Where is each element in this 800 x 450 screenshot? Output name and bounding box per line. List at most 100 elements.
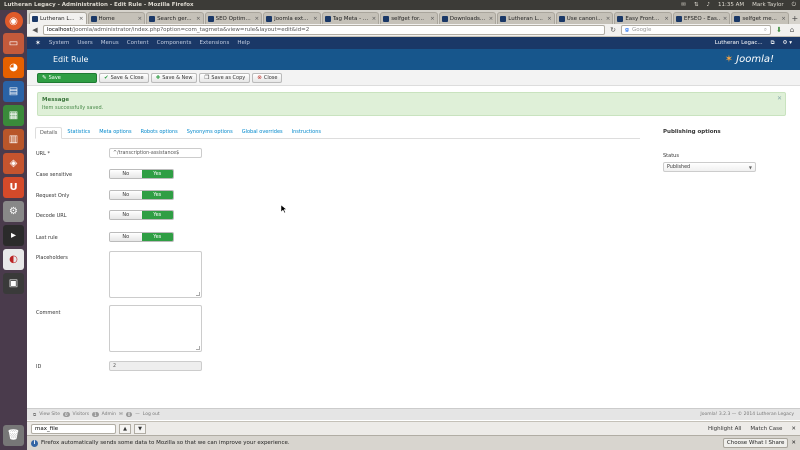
tab-close-icon[interactable]: ×: [430, 16, 435, 22]
tab-close-icon[interactable]: ×: [547, 16, 552, 22]
browser-tab[interactable]: Downloads... ×: [438, 12, 497, 24]
choose-share-button[interactable]: Choose What I Share: [722, 438, 789, 448]
case-sensitive-toggle[interactable]: No Yes: [109, 169, 174, 179]
browser-tab[interactable]: Joomla ext... ×: [263, 12, 321, 24]
settings-icon[interactable]: ⚙: [3, 201, 24, 222]
logout-link[interactable]: Log out: [143, 412, 160, 417]
browser-tab[interactable]: selfget for... ×: [380, 12, 438, 24]
tab-close-icon[interactable]: ×: [196, 16, 201, 22]
power-icon[interactable]: ⏻: [792, 2, 796, 9]
mail-icon[interactable]: ✉: [681, 2, 686, 8]
app-icon[interactable]: ◐: [3, 249, 24, 270]
request-only-toggle[interactable]: No Yes: [109, 190, 174, 200]
files-icon[interactable]: ▭: [3, 33, 24, 54]
workspace-icon[interactable]: ▣: [3, 273, 24, 294]
highlight-all-toggle[interactable]: Highlight All: [708, 426, 741, 432]
save-copy-button[interactable]: ❐ Save as Copy: [199, 72, 251, 83]
browser-tab[interactable]: Lutheran L... ×: [497, 12, 555, 24]
volume-icon[interactable]: ♪: [706, 2, 710, 8]
nav-item-system[interactable]: System: [49, 40, 70, 46]
user-menu-gear-icon[interactable]: ⚙ ▾: [783, 40, 792, 46]
software-center-icon[interactable]: ◈: [3, 153, 24, 174]
browser-tab[interactable]: Use canoni... ×: [555, 12, 614, 24]
nav-item-components[interactable]: Components: [157, 40, 192, 46]
home-icon[interactable]: ⌂: [787, 25, 797, 35]
find-input[interactable]: max_file: [31, 423, 116, 434]
close-button[interactable]: ⊗ Close: [252, 72, 283, 83]
tab-close-icon[interactable]: ×: [255, 16, 260, 22]
tab-synonyms-options[interactable]: Synonyms options: [183, 126, 237, 138]
tab-close-icon[interactable]: ×: [606, 16, 611, 22]
new-tab-button[interactable]: +: [790, 12, 800, 24]
tab-close-icon[interactable]: ×: [664, 16, 669, 22]
reload-icon[interactable]: ↻: [608, 25, 618, 35]
tab-close-icon[interactable]: ×: [781, 16, 786, 22]
nav-item-content[interactable]: Content: [127, 40, 149, 46]
firefox-icon[interactable]: ◕: [3, 57, 24, 78]
save-new-button[interactable]: ✚ Save & New: [150, 72, 198, 83]
dismiss-icon[interactable]: ✕: [777, 95, 782, 102]
browser-tab[interactable]: Search ger... ×: [146, 12, 204, 24]
no-option[interactable]: No: [110, 191, 142, 199]
joomla-icon[interactable]: ✶: [35, 39, 41, 47]
url-input[interactable]: ^/transcription-assistance$: [109, 148, 202, 158]
browser-tab[interactable]: Tag Meta - ... ×: [321, 12, 380, 24]
tab-instructions[interactable]: Instructions: [288, 126, 325, 138]
download-icon[interactable]: ⬇: [774, 25, 784, 35]
nav-item-menus[interactable]: Menus: [101, 40, 119, 46]
tab-close-icon[interactable]: ×: [489, 16, 494, 22]
tab-robots-options[interactable]: Robots options: [137, 126, 182, 138]
browser-tab[interactable]: Easy Front... ×: [614, 12, 672, 24]
nav-item-help[interactable]: Help: [237, 40, 250, 46]
yes-option[interactable]: Yes: [141, 191, 173, 199]
find-previous-button[interactable]: ▲: [119, 423, 131, 434]
user-name[interactable]: Mark Taylor: [752, 2, 784, 8]
tab-statistics[interactable]: Statistics: [63, 126, 94, 138]
comment-textarea[interactable]: [109, 305, 202, 352]
tab-close-icon[interactable]: ×: [137, 16, 142, 22]
tab-close-icon[interactable]: ×: [372, 16, 377, 22]
nav-item-extensions[interactable]: Extensions: [199, 40, 229, 46]
browser-tab[interactable]: selfget me... ×: [731, 12, 789, 24]
impress-icon[interactable]: ▥: [3, 129, 24, 150]
yes-option[interactable]: Yes: [141, 170, 173, 178]
tab-global-overrides[interactable]: Global overrides: [238, 126, 287, 138]
no-option[interactable]: No: [110, 233, 142, 241]
terminal-icon[interactable]: ▸: [3, 225, 24, 246]
browser-tab[interactable]: SEO Optim... ×: [204, 12, 263, 24]
find-close-icon[interactable]: ✕: [791, 426, 796, 432]
view-site-link[interactable]: View Site: [39, 412, 60, 417]
status-select[interactable]: Published ▼: [663, 162, 756, 172]
browser-tab[interactable]: EFSEO - Eas... ×: [672, 12, 731, 24]
no-option[interactable]: No: [110, 170, 142, 178]
search-icon[interactable]: ⌕: [764, 27, 767, 34]
browser-tab[interactable]: Home ×: [87, 12, 146, 24]
calc-icon[interactable]: ▦: [3, 105, 24, 126]
url-bar[interactable]: localhost/joomla/administrator/index.php…: [43, 25, 605, 35]
last-rule-toggle[interactable]: No Yes: [109, 232, 174, 242]
clock[interactable]: 11:35 AM: [718, 2, 744, 8]
match-case-toggle[interactable]: Match Case: [750, 426, 782, 432]
tab-details[interactable]: Details: [35, 127, 63, 139]
writer-icon[interactable]: ▤: [3, 81, 24, 102]
placeholders-textarea[interactable]: [109, 251, 202, 298]
ubuntu-dash-icon[interactable]: ◉: [4, 12, 23, 30]
network-icon[interactable]: ⇅: [694, 2, 699, 8]
tab-close-icon[interactable]: ×: [313, 16, 318, 22]
trash-icon[interactable]: 🗑: [3, 425, 24, 446]
save-button[interactable]: ✎ Save: [37, 72, 97, 83]
yes-option[interactable]: Yes: [141, 233, 173, 241]
external-link-icon[interactable]: ⧉: [771, 40, 775, 47]
save-close-button[interactable]: ✔ Save & Close: [99, 72, 149, 83]
browser-tab[interactable]: Lutheran L... ×: [29, 12, 87, 24]
search-bar[interactable]: g Google ⌕: [621, 25, 771, 35]
back-icon[interactable]: ◀: [30, 25, 40, 35]
yes-option[interactable]: Yes: [141, 211, 173, 219]
tab-close-icon[interactable]: ×: [723, 16, 728, 22]
site-name-link[interactable]: Lutheran Legac...: [715, 40, 763, 46]
find-next-button[interactable]: ▼: [134, 423, 146, 434]
tab-close-icon[interactable]: ×: [79, 16, 84, 22]
nav-item-users[interactable]: Users: [77, 40, 92, 46]
notification-close-icon[interactable]: ✕: [791, 440, 796, 446]
ubuntu-one-icon[interactable]: U: [3, 177, 24, 198]
